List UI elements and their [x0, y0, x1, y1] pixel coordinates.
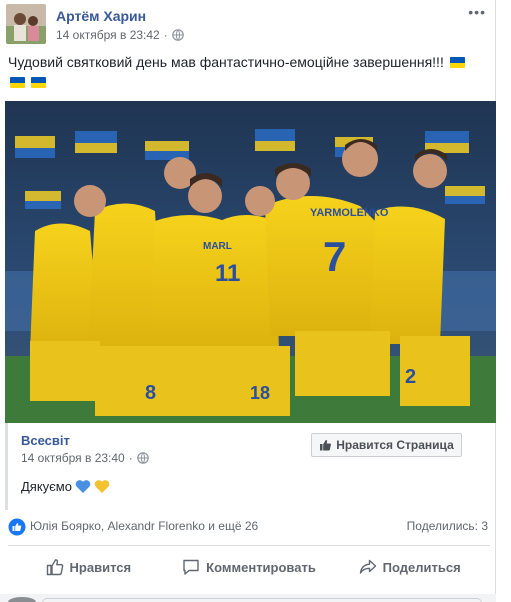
share-label: Поделиться [382, 559, 461, 575]
shared-post: Всесвіт 14 октября в 23:40 · Дякуємо Нра… [5, 423, 496, 510]
sep: · [128, 451, 133, 465]
post-timestamp[interactable]: 14 октября в 23:42 [56, 28, 160, 42]
post-text-content: Чудовий святковий день мав фантастично-е… [8, 54, 444, 70]
post-actions: Нравится Комментировать Поделиться [8, 550, 490, 584]
like-page-label: Нравится Страница [336, 438, 454, 452]
shared-meta: 14 октября в 23:40 · [21, 451, 149, 465]
yellow-heart-icon [94, 480, 110, 493]
like-icon [8, 518, 26, 536]
post-meta: 14 октября в 23:42 · [56, 28, 184, 42]
svg-text:2: 2 [405, 366, 416, 388]
reaction-icons[interactable] [8, 518, 26, 536]
globe-icon [136, 452, 149, 464]
comment-label: Комментировать [206, 559, 316, 575]
post-text: Чудовий святковий день мав фантастично-е… [8, 52, 488, 92]
divider [8, 545, 490, 546]
comment-input[interactable] [42, 598, 482, 602]
svg-text:MARL: MARL [203, 241, 232, 252]
svg-text:11: 11 [215, 260, 240, 287]
author-name[interactable]: Артём Харин [56, 8, 146, 24]
comment-button[interactable]: Комментировать [169, 550, 330, 584]
share-icon [359, 559, 376, 574]
blue-heart-icon [75, 480, 91, 493]
feed-post: Артём Харин 14 октября в 23:42 · ••• Чуд… [0, 0, 496, 602]
shared-page-name[interactable]: Всесвіт [21, 433, 70, 448]
svg-text:YARMOLENKO: YARMOLENKO [310, 207, 389, 219]
share-button[interactable]: Поделиться [329, 550, 490, 584]
shared-timestamp[interactable]: 14 октября в 23:40 [21, 451, 125, 465]
thumbs-up-icon [46, 559, 63, 576]
sep: · [163, 28, 168, 42]
shared-text-content: Дякуємо [21, 479, 72, 494]
globe-icon[interactable] [171, 29, 184, 41]
svg-text:18: 18 [250, 383, 270, 403]
ukraine-flag-icon [449, 57, 465, 68]
like-button[interactable]: Нравится [8, 550, 169, 584]
comment-icon [183, 559, 199, 575]
svg-text:7: 7 [323, 233, 346, 280]
like-label: Нравится [69, 559, 132, 575]
author-avatar[interactable] [6, 4, 46, 44]
reaction-names[interactable]: Юлія Боярко, Alexandr Florenko и ещё 26 [30, 519, 258, 533]
thumbs-up-icon [320, 440, 332, 451]
shared-text: Дякуємо [21, 479, 110, 494]
post-header: Артём Харин 14 октября в 23:42 · ••• [6, 4, 496, 44]
commenter-avatar [8, 597, 36, 602]
like-page-button[interactable]: Нравится Страница [311, 433, 462, 457]
svg-text:8: 8 [145, 382, 156, 404]
shares-count[interactable]: Поделились: 3 [407, 519, 488, 533]
post-photo[interactable]: YARMOLENKO 7 MARL 11 8 18 2 [5, 101, 496, 423]
reactions-bar: Юлія Боярко, Alexandr Florenko и ещё 26 … [8, 516, 488, 538]
ukraine-flag-icon [30, 77, 46, 88]
ukraine-flag-icon [10, 77, 25, 88]
more-dots-icon[interactable]: ••• [468, 4, 486, 20]
